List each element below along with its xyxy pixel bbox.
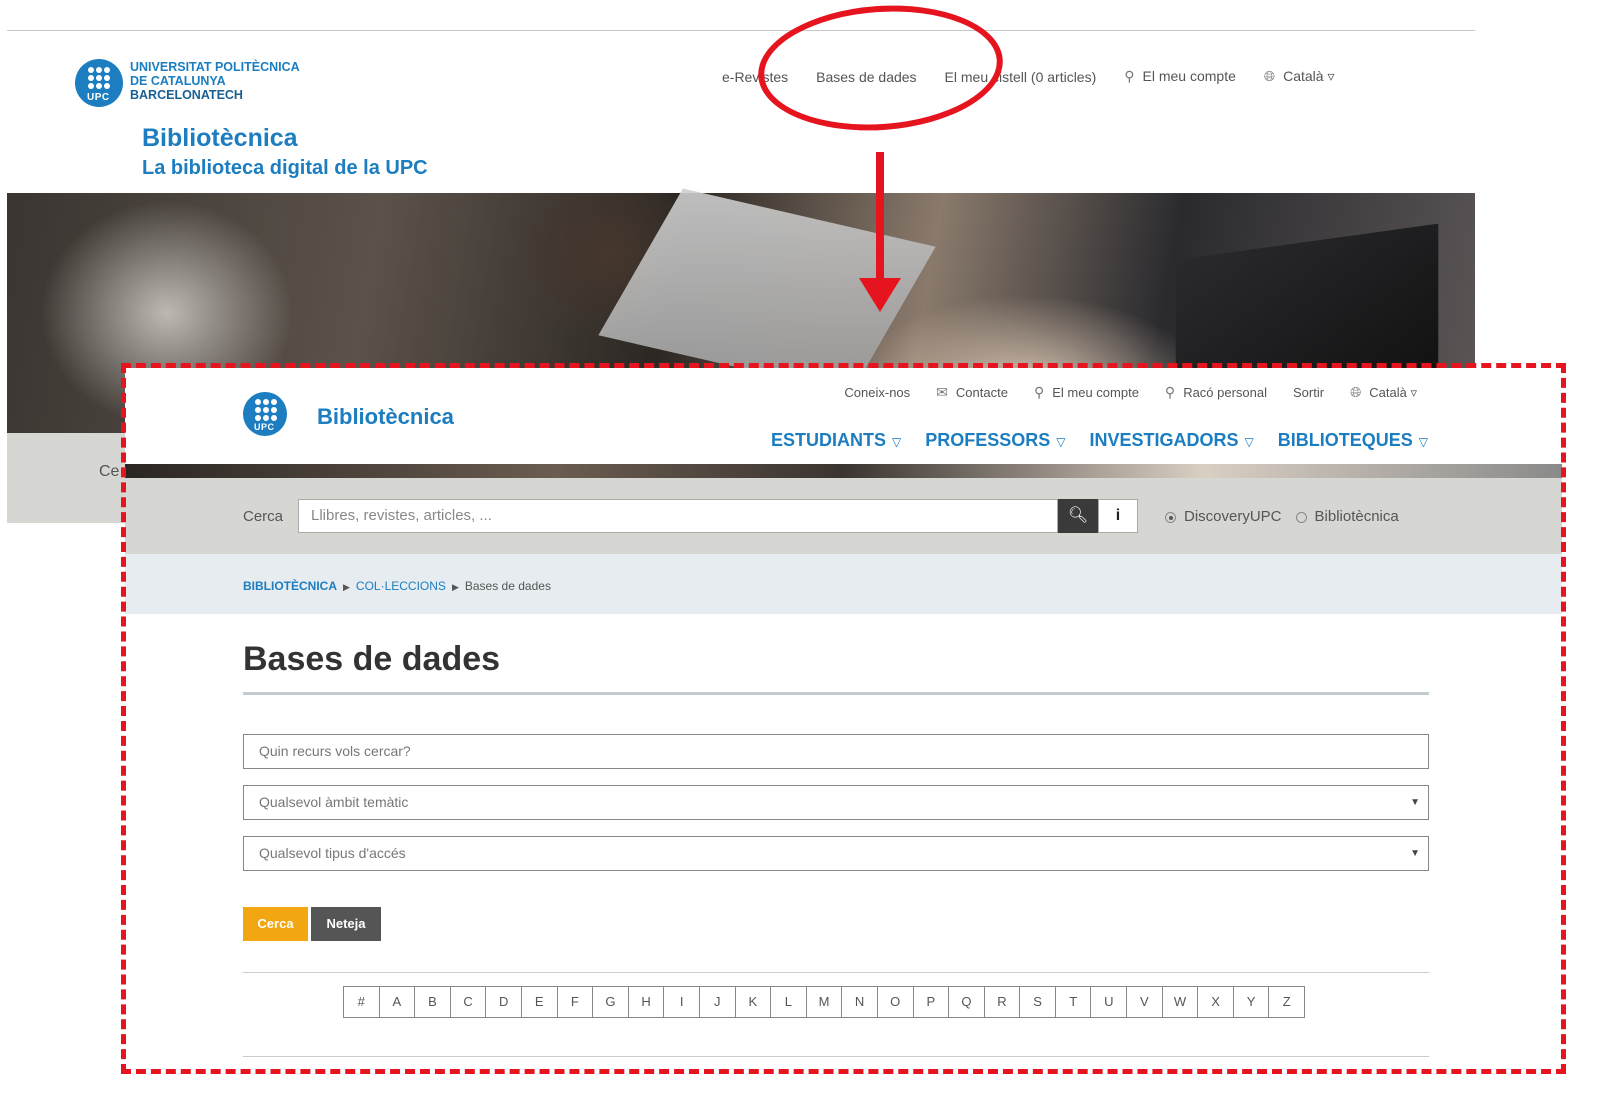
nav-account[interactable]: ⚲ El meu compte bbox=[1124, 68, 1236, 85]
globe-icon: 🌐︎ bbox=[1263, 68, 1276, 84]
university-name: UNIVERSITAT POLITÈCNICA DE CATALUNYA BAR… bbox=[130, 60, 300, 102]
user-icon: ⚲ bbox=[1124, 68, 1135, 84]
nav-language[interactable]: 🌐︎ Català ▿ bbox=[1264, 68, 1335, 85]
highlight-dashed-frame bbox=[121, 363, 1566, 1074]
arrow-head-icon bbox=[859, 278, 901, 312]
upc-logo-text: UPC bbox=[87, 92, 110, 103]
upc-logo[interactable]: UPC bbox=[75, 59, 123, 107]
arrow-down-icon bbox=[876, 152, 884, 290]
site-title[interactable]: Bibliotècnica bbox=[142, 124, 298, 153]
back-search-label: Ce bbox=[99, 463, 120, 480]
site-subtitle: La biblioteca digital de la UPC bbox=[142, 157, 428, 179]
